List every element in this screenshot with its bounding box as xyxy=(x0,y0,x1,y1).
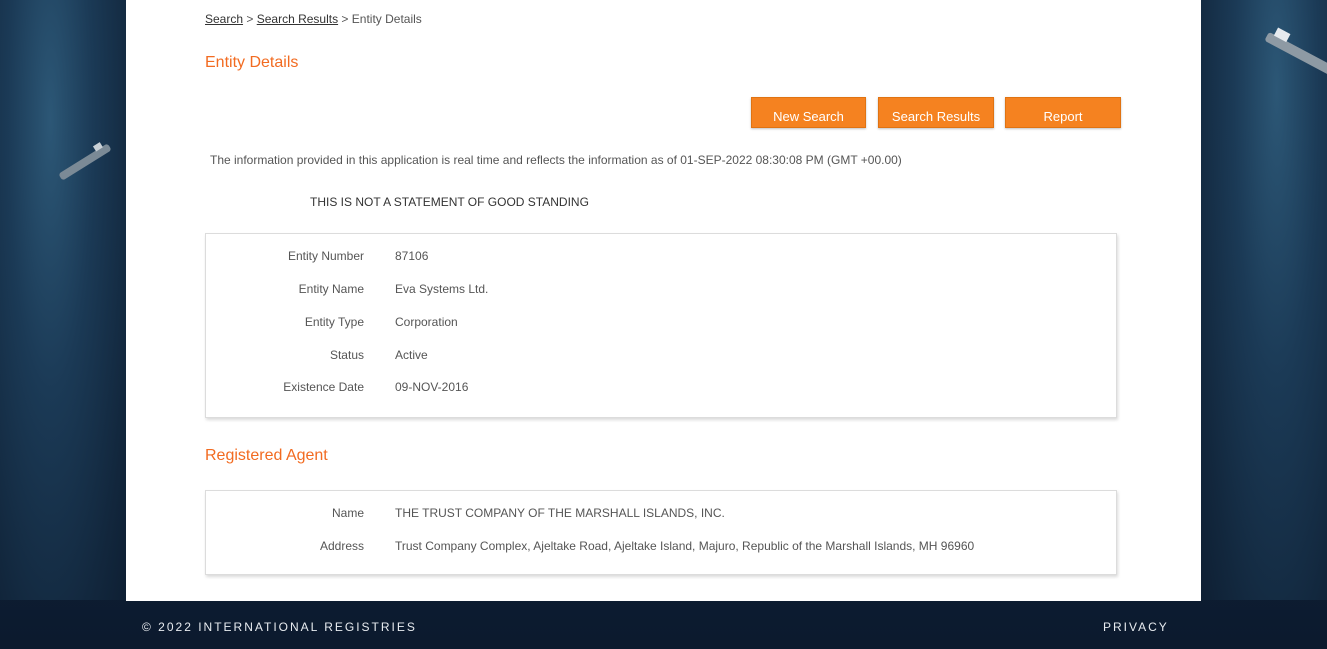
entity-type-value: Corporation xyxy=(395,315,458,329)
agent-address-value: Trust Company Complex, Ajeltake Road, Aj… xyxy=(395,539,975,553)
field-label: Status xyxy=(329,348,364,362)
breadcrumb-separator: > xyxy=(338,12,352,26)
new-search-button[interactable]: New Search xyxy=(751,97,866,128)
realtime-info-text: The information provided in this applica… xyxy=(210,153,902,167)
entity-number-row: Entity Number 87106 xyxy=(206,249,1116,267)
breadcrumb: Search > Search Results > Entity Details xyxy=(205,12,422,26)
good-standing-notice: THIS IS NOT A STATEMENT OF GOOD STANDING xyxy=(310,195,589,209)
report-button[interactable]: Report xyxy=(1005,97,1121,128)
field-label: Entity Number xyxy=(287,249,364,263)
agent-name-value: THE TRUST COMPANY OF THE MARSHALL ISLAND… xyxy=(395,506,725,520)
agent-address-row: Address Trust Company Complex, Ajeltake … xyxy=(206,539,1116,557)
entity-details-card: Entity Number 87106 Entity Name Eva Syst… xyxy=(205,233,1117,418)
background-ocean-right xyxy=(1201,0,1327,600)
main-content: Search > Search Results > Entity Details… xyxy=(126,0,1201,601)
entity-type-row: Entity Type Corporation xyxy=(206,315,1116,333)
agent-name-row: Name THE TRUST COMPANY OF THE MARSHALL I… xyxy=(206,506,1116,524)
breadcrumb-separator: > xyxy=(243,12,257,26)
registered-agent-title: Registered Agent xyxy=(205,447,328,464)
status-value: Active xyxy=(395,348,428,362)
breadcrumb-current: Entity Details xyxy=(351,12,422,26)
entity-details-title: Entity Details xyxy=(205,54,299,71)
privacy-link[interactable]: PRIVACY xyxy=(1103,620,1169,634)
field-label: Existence Date xyxy=(283,380,364,394)
copyright-text: © 2022 INTERNATIONAL REGISTRIES xyxy=(142,620,417,634)
background-ocean-left xyxy=(0,0,126,600)
footer: © 2022 INTERNATIONAL REGISTRIES PRIVACY xyxy=(0,601,1327,649)
breadcrumb-search-results-link[interactable]: Search Results xyxy=(257,12,338,26)
status-row: Status Active xyxy=(206,348,1116,366)
entity-name-row: Entity Name Eva Systems Ltd. xyxy=(206,282,1116,300)
field-label: Entity Type xyxy=(304,315,364,329)
search-results-button[interactable]: Search Results xyxy=(878,97,994,128)
field-label: Address xyxy=(319,539,364,553)
breadcrumb-search-link[interactable]: Search xyxy=(205,12,243,26)
field-label: Entity Name xyxy=(298,282,364,296)
field-label: Name xyxy=(331,506,364,520)
existence-date-row: Existence Date 09-NOV-2016 xyxy=(206,380,1116,398)
entity-number-value: 87106 xyxy=(395,249,429,263)
registered-agent-card: Name THE TRUST COMPANY OF THE MARSHALL I… xyxy=(205,490,1117,575)
entity-name-value: Eva Systems Ltd. xyxy=(395,282,489,296)
existence-date-value: 09-NOV-2016 xyxy=(395,380,469,394)
